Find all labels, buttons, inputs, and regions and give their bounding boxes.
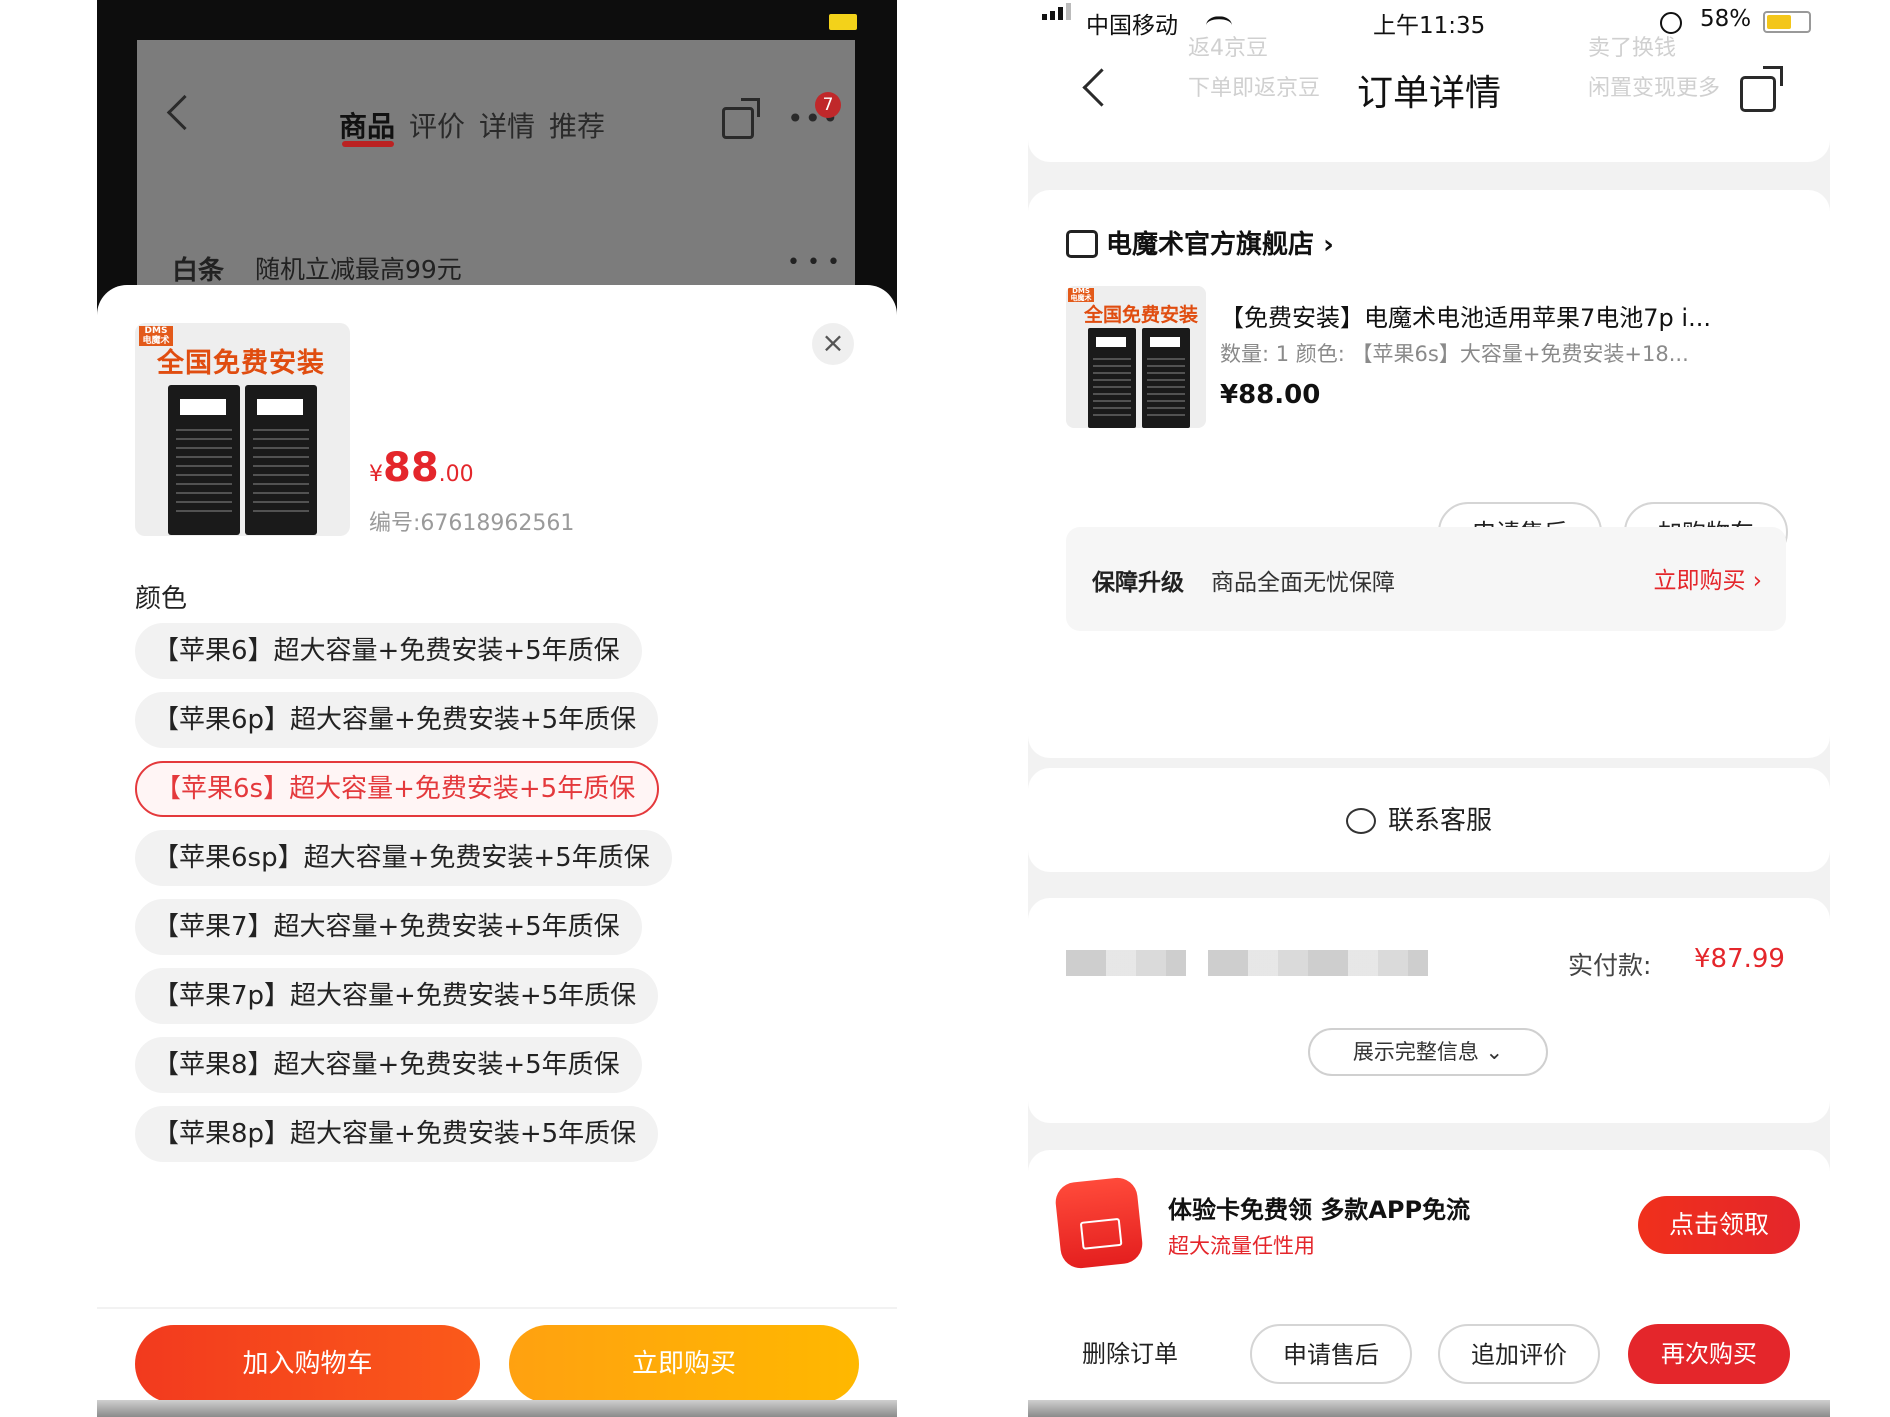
product-spec-screen: 商品 评价 详情 推荐 ••• 7 白条 随机立减最高99元 • • • DMS… [97, 0, 897, 1417]
delete-order-button[interactable]: 删除订单 [1082, 1334, 1178, 1369]
page-title: 订单详情 [1356, 73, 1501, 114]
share-icon[interactable] [722, 107, 754, 139]
battery-icon [1763, 11, 1811, 33]
add-to-cart-button[interactable]: 加入购物车 [135, 1325, 480, 1403]
bottom-edge [97, 1400, 897, 1417]
thumbnail-promo-text: 全国免费安装 [1084, 304, 1199, 326]
thumbnail-promo-text: 全国免费安装 [157, 348, 325, 379]
contact-service-card[interactable]: 联系客服 [1028, 768, 1830, 872]
sim-card-icon [1053, 1175, 1145, 1271]
status-time: 上午11:35 [1373, 13, 1486, 39]
paid-amount-value: ¥87.99 [1694, 944, 1785, 974]
guarantee-label: 保障升级 [1092, 570, 1184, 596]
battery-image [1088, 328, 1136, 428]
promo-subtitle: 超大流量任性用 [1168, 1234, 1315, 1258]
color-option[interactable]: 【苹果6sp】超大容量+免费安装+5年质保 [135, 830, 672, 886]
color-option[interactable]: 【苹果8p】超大容量+免费安装+5年质保 [135, 1106, 659, 1162]
ghost-banner-text: 卖了换钱 [1588, 36, 1677, 61]
color-option[interactable]: 【苹果7】超大容量+免费安装+5年质保 [135, 899, 642, 955]
color-section-title: 颜色 [135, 584, 188, 614]
divider [97, 1307, 897, 1309]
status-indicator [829, 14, 857, 30]
tab-details[interactable]: 详情 [479, 105, 535, 145]
baitiao-label: 白条 [172, 256, 225, 286]
ghost-banner-text: 返4京豆 [1188, 36, 1268, 61]
paid-amount-label: 实付款: [1568, 951, 1652, 980]
notification-badge: 7 [815, 92, 841, 118]
claim-button[interactable]: 点击领取 [1638, 1196, 1800, 1254]
contact-service-button[interactable]: 联系客服 [1388, 800, 1492, 837]
expand-info-button[interactable]: 展示完整信息 ⌄ [1308, 1028, 1548, 1076]
tab-product[interactable]: 商品 [339, 105, 395, 145]
chevron-right-icon: › [1323, 230, 1334, 260]
dimmed-product-page [137, 40, 855, 300]
promo-card: 体验卡免费领 多款APP免流 超大流量任性用 点击领取 [1028, 1150, 1830, 1298]
spec-bottom-sheet: DMS 电魔术 全国免费安装 ¥88.00 编号:67618962561 × 颜… [97, 285, 897, 1417]
redacted-info [1066, 950, 1186, 976]
order-item-thumbnail[interactable]: DMS 电魔术 全国免费安装 [1066, 286, 1206, 428]
carrier-name: 中国移动 [1086, 13, 1178, 39]
store-icon [1066, 230, 1098, 258]
product-thumbnail: DMS 电魔术 全国免费安装 [135, 323, 350, 536]
product-sku: 编号:67618962561 [369, 511, 575, 536]
order-detail-screen: 中国移动 上午11:35 58% 返4京豆 下单即返京豆 卖了换钱 闲置变现更多… [1028, 0, 1830, 1417]
buy-now-button[interactable]: 立即购买 [509, 1325, 859, 1403]
close-icon[interactable]: × [812, 323, 854, 365]
guarantee-upgrade-row[interactable]: 保障升级 商品全面无忧保障 立即购买 › [1066, 527, 1786, 631]
battery-image [168, 385, 240, 535]
tab-reviews[interactable]: 评价 [409, 105, 465, 145]
color-option[interactable]: 【苹果6p】超大容量+免费安装+5年质保 [135, 692, 659, 748]
payment-card: 实付款: ¥87.99 展示完整信息 ⌄ [1028, 898, 1830, 1123]
color-option[interactable]: 【苹果7p】超大容量+免费安装+5年质保 [135, 968, 659, 1024]
baitiao-promo-text: 随机立减最高99元 [255, 255, 462, 284]
share-icon[interactable] [1740, 66, 1783, 112]
rebuy-button[interactable]: 再次购买 [1628, 1324, 1790, 1384]
guarantee-buy-link[interactable]: 立即购买 › [1653, 561, 1762, 595]
order-item-price: ¥88.00 [1220, 380, 1321, 410]
promo-title: 体验卡免费领 多款APP免流 [1168, 1196, 1471, 1224]
guarantee-text: 商品全面无忧保障 [1211, 570, 1395, 596]
order-item-card: 电魔术官方旗舰店 › DMS 电魔术 全国免费安装 【免费安装】电魔术电池适用苹… [1028, 190, 1830, 758]
product-price: ¥88.00 [369, 445, 474, 491]
tab-recommend[interactable]: 推荐 [549, 105, 605, 145]
order-item-attributes: 数量: 1 颜色: 【苹果6s】大容量+免费安装+18... [1220, 342, 1689, 366]
color-option-selected[interactable]: 【苹果6s】超大容量+免费安装+5年质保 [135, 761, 660, 817]
after-sale-button[interactable]: 申请售后 [1250, 1324, 1412, 1384]
order-item-title[interactable]: 【免费安装】电魔术电池适用苹果7电池7p i... [1220, 298, 1800, 333]
redacted-info [1208, 950, 1428, 976]
battery-image [245, 385, 317, 535]
bottom-edge [1028, 1400, 1830, 1417]
order-action-bar: 删除订单 申请售后 追加评价 再次购买 [1028, 1298, 1830, 1400]
active-tab-indicator [342, 141, 394, 147]
add-review-button[interactable]: 追加评价 [1438, 1324, 1600, 1384]
color-option[interactable]: 【苹果6】超大容量+免费安装+5年质保 [135, 623, 642, 679]
header-card: 中国移动 上午11:35 58% 返4京豆 下单即返京豆 卖了换钱 闲置变现更多… [1028, 0, 1830, 162]
chat-icon [1346, 808, 1376, 834]
carousel-dots: • • • [787, 250, 840, 275]
color-option[interactable]: 【苹果8】超大容量+免费安装+5年质保 [135, 1037, 642, 1093]
battery-percent: 58% [1700, 6, 1752, 32]
store-name[interactable]: 电魔术官方旗舰店 › [1106, 224, 1334, 261]
battery-image [1142, 328, 1190, 428]
